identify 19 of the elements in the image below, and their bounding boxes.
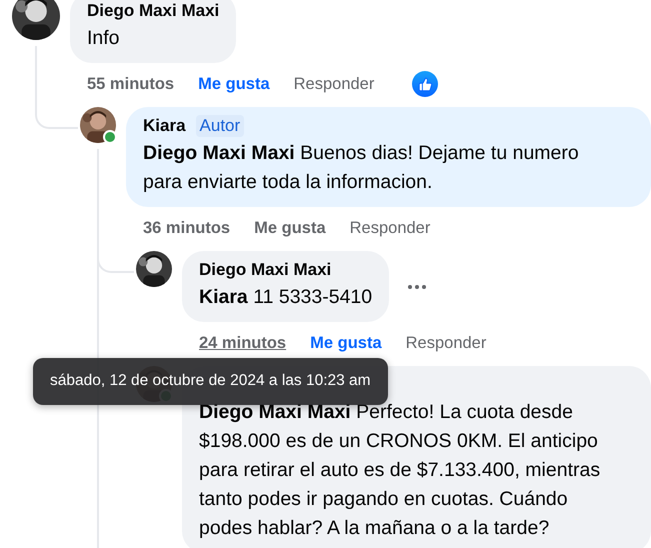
timestamp-link[interactable]: 55 minutos <box>87 74 174 94</box>
like-reaction-icon[interactable] <box>412 71 438 97</box>
author-name[interactable]: Diego Maxi Maxi <box>199 259 332 281</box>
like-link[interactable]: Me gusta <box>254 218 326 238</box>
comment-text: Diego Maxi Maxi Buenos dias! Dejame tu numero para enviarte toda la informacion. <box>143 141 580 195</box>
reply-link[interactable]: Responder <box>294 74 374 94</box>
more-icon[interactable] <box>407 284 428 290</box>
like-link[interactable]: Me gusta <box>310 334 382 352</box>
timestamp-link[interactable]: 36 minutos <box>143 218 230 238</box>
author-name[interactable]: Diego Maxi Maxi <box>87 0 220 22</box>
reply-link[interactable]: Responder <box>406 334 486 352</box>
like-link[interactable]: Me gusta <box>198 74 270 94</box>
author-name[interactable]: Kiara <box>143 115 186 137</box>
comment-text: Kiara 11 5333-5410 <box>199 285 372 310</box>
comment-text: Info <box>87 26 121 51</box>
reply-link[interactable]: Responder <box>350 218 430 238</box>
author-badge: Autor <box>196 115 244 137</box>
timestamp-link[interactable]: 24 minutos <box>199 334 286 352</box>
timestamp-tooltip: sábado, 12 de octubre de 2024 a las 10:23 am <box>33 358 388 405</box>
